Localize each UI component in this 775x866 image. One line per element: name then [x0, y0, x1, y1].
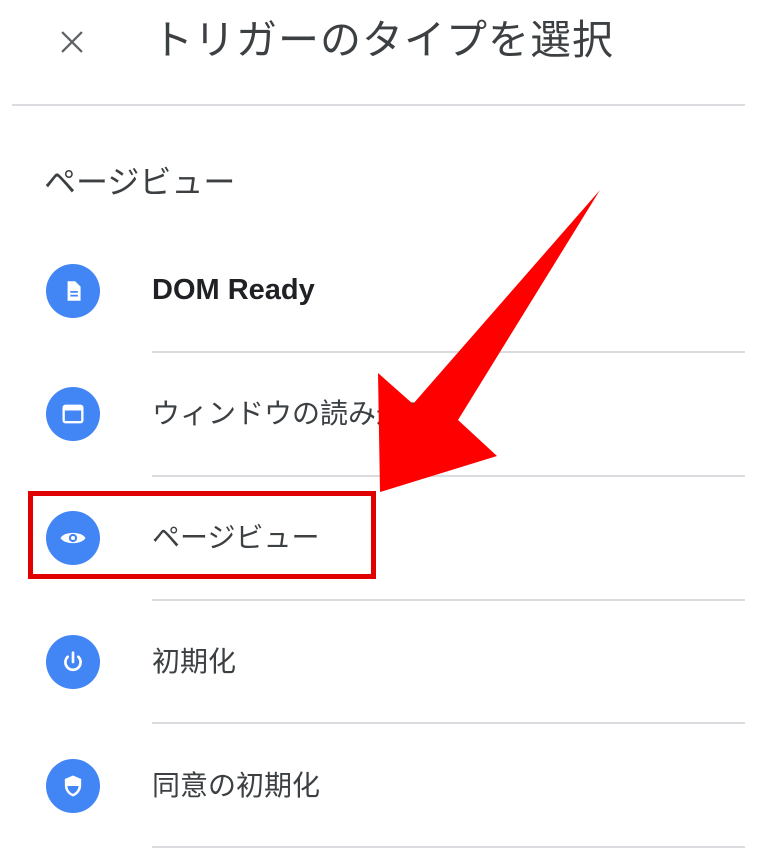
- trigger-option-initialization[interactable]: 初期化: [30, 602, 745, 720]
- trigger-option-page-view[interactable]: ページビュー: [30, 478, 745, 596]
- dialog-header: トリガーのタイプを選択: [0, 0, 775, 106]
- eye-icon: [46, 511, 100, 565]
- trigger-option-consent-initialization[interactable]: 同意の初期化: [30, 726, 745, 844]
- trigger-option-label: ページビュー: [152, 521, 320, 554]
- header-divider: [12, 104, 745, 106]
- window-icon: [46, 387, 100, 441]
- close-icon: [61, 31, 83, 53]
- row-divider: [152, 351, 745, 353]
- row-divider: [152, 475, 745, 477]
- shield-icon: [46, 759, 100, 813]
- row-divider: [152, 722, 745, 724]
- trigger-option-dom-ready[interactable]: DOM Ready: [30, 232, 745, 350]
- trigger-option-label: 同意の初期化: [152, 769, 321, 802]
- trigger-option-label: ウィンドウの読み込み: [152, 397, 433, 430]
- close-button[interactable]: [50, 20, 94, 64]
- dialog-title: トリガーのタイプを選択: [152, 16, 614, 64]
- trigger-option-label: 初期化: [152, 645, 237, 678]
- trigger-option-label: DOM Ready: [152, 274, 315, 306]
- section-title: ページビュー: [44, 163, 236, 201]
- document-icon: [46, 264, 100, 318]
- power-icon: [46, 635, 100, 689]
- row-divider: [152, 846, 745, 848]
- trigger-option-window-loaded[interactable]: ウィンドウの読み込み: [30, 355, 745, 473]
- row-divider: [152, 599, 745, 601]
